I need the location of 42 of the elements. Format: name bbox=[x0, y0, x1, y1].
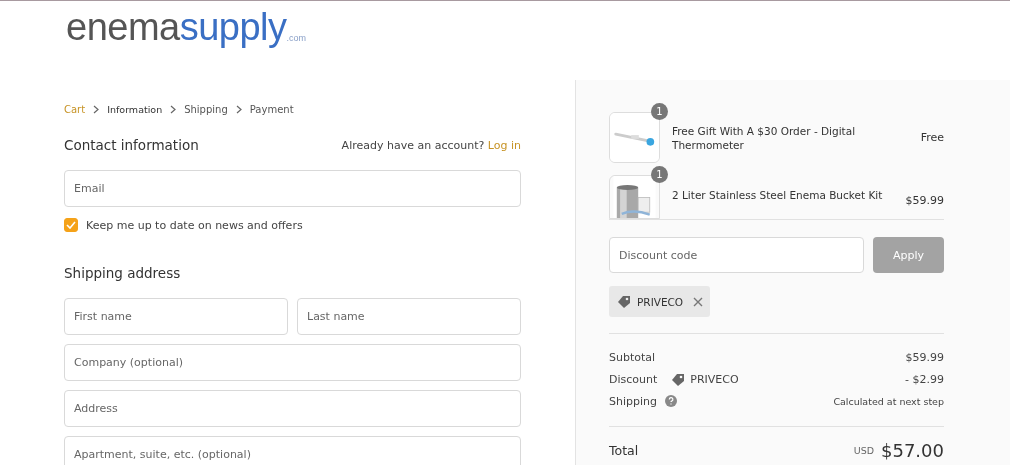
total-label: Total bbox=[609, 443, 639, 458]
chevron-icon bbox=[93, 104, 100, 114]
text-field[interactable]: First name bbox=[64, 298, 288, 335]
quantity-badge: 1 bbox=[651, 166, 668, 183]
product-name: 2 Liter Stainless Steel Enema Bucket Kit bbox=[672, 188, 884, 202]
line-value: - $2.99 bbox=[905, 372, 944, 386]
line-label: Shipping bbox=[609, 394, 657, 408]
text-field[interactable]: Company (optional) bbox=[64, 344, 521, 381]
breadcrumb-step: Payment bbox=[249, 103, 294, 115]
help-icon[interactable] bbox=[665, 395, 677, 407]
breadcrumb-current: Information bbox=[107, 103, 163, 115]
tag-icon bbox=[617, 295, 632, 308]
discount-code-field[interactable]: Discount code bbox=[609, 237, 864, 273]
product-price: Free bbox=[920, 131, 944, 144]
line-label: Subtotal bbox=[609, 350, 656, 364]
discount-tag: PRIVECO bbox=[609, 286, 711, 317]
product-name: Free Gift With A $30 Order - Digital Thermometer bbox=[672, 123, 857, 152]
section-heading: Contact information bbox=[64, 137, 199, 153]
email-field[interactable]: Email bbox=[64, 170, 521, 207]
product-price: $59.99 bbox=[905, 194, 944, 207]
text-field[interactable]: Address bbox=[64, 390, 521, 427]
login-link[interactable]: Log in bbox=[487, 138, 521, 152]
total-value: $57.00 bbox=[881, 440, 944, 461]
currency-code: USD bbox=[853, 445, 874, 456]
text-field[interactable]: Apartment, suite, etc. (optional) bbox=[64, 436, 521, 465]
breadcrumb-link[interactable]: Cart bbox=[64, 103, 86, 115]
text-field[interactable]: Last name bbox=[297, 298, 521, 335]
newsletter-checkbox[interactable] bbox=[64, 218, 78, 232]
discount-code: PRIVECO bbox=[690, 372, 739, 386]
account-prompt: Already have an account? Log in bbox=[341, 138, 521, 152]
tag-icon bbox=[671, 372, 687, 386]
close-icon[interactable] bbox=[693, 296, 704, 307]
line-value: Calculated at next step bbox=[833, 395, 944, 407]
quantity-badge: 1 bbox=[651, 103, 668, 120]
logo[interactable]: enemasupply.com bbox=[66, 5, 307, 49]
section-heading: Shipping address bbox=[64, 265, 182, 281]
checkbox-label: Keep me up to date on news and offers bbox=[86, 218, 303, 232]
chevron-icon bbox=[170, 104, 177, 114]
chevron-icon bbox=[235, 104, 242, 114]
line-value: $59.99 bbox=[905, 350, 944, 364]
line-label: Discount bbox=[609, 372, 658, 386]
breadcrumb-step: Shipping bbox=[184, 103, 228, 115]
